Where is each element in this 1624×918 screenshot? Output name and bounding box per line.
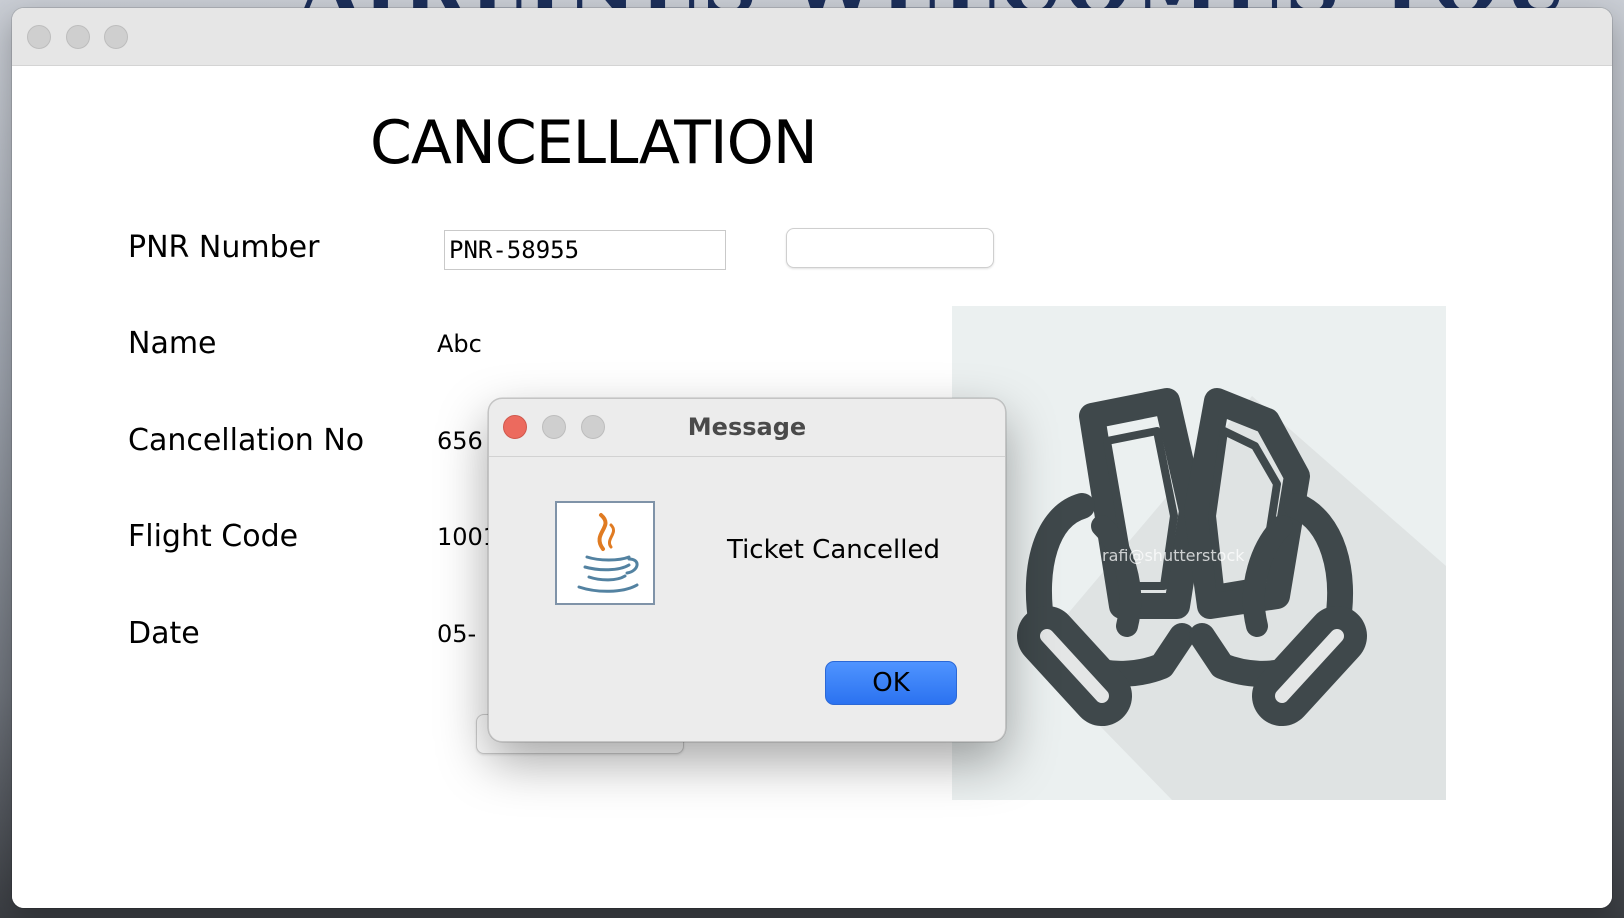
dialog-message: Ticket Cancelled bbox=[727, 535, 940, 565]
cancellation-illustration: rafi@shutterstock bbox=[952, 306, 1446, 800]
name-value: Abc bbox=[437, 330, 482, 358]
date-value: 05- bbox=[437, 620, 477, 648]
close-window-button[interactable] bbox=[27, 25, 51, 49]
watermark-text: rafi@shutterstock bbox=[1102, 546, 1245, 565]
date-label: Date bbox=[128, 616, 200, 651]
minimize-window-button[interactable] bbox=[66, 25, 90, 49]
message-dialog: Message Ticket Cancelled OK bbox=[488, 398, 1006, 742]
pnr-label: PNR Number bbox=[128, 230, 320, 265]
cancellation-no-label: Cancellation No bbox=[128, 423, 365, 458]
cancellation-no-value: 656 bbox=[437, 427, 483, 455]
zoom-window-button[interactable] bbox=[104, 25, 128, 49]
pnr-input[interactable] bbox=[444, 230, 726, 270]
ok-button[interactable]: OK bbox=[825, 661, 957, 705]
window-titlebar[interactable] bbox=[12, 8, 1612, 66]
java-icon bbox=[555, 501, 655, 605]
flight-code-label: Flight Code bbox=[128, 519, 299, 554]
show-details-button[interactable] bbox=[786, 228, 994, 268]
name-label: Name bbox=[128, 326, 217, 361]
dialog-title: Message bbox=[687, 413, 807, 441]
torn-ticket-icon: rafi@shutterstock bbox=[1017, 388, 1446, 800]
dialog-titlebar[interactable]: Message bbox=[489, 399, 1005, 457]
page-title: CANCELLATION bbox=[370, 108, 818, 178]
